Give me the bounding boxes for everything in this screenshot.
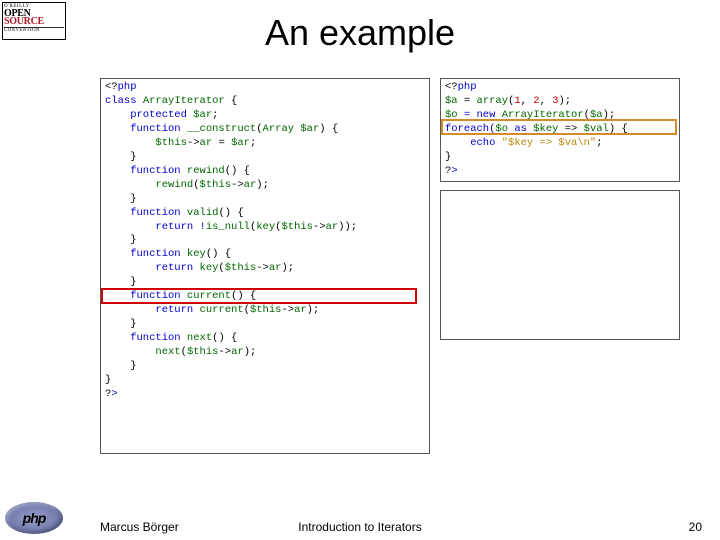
code-right-bottom xyxy=(440,190,680,340)
code-left: <?php class ArrayIterator { protected $a… xyxy=(100,78,430,454)
slide-title: An example xyxy=(0,12,720,54)
footer-title: Introduction to Iterators xyxy=(0,520,720,534)
code-right-top: <?php $a = array(1, 2, 3); $o = new Arra… xyxy=(440,78,680,182)
sidebar: O'REILLY OPEN SOURCE CONVENTION php xyxy=(0,0,68,540)
